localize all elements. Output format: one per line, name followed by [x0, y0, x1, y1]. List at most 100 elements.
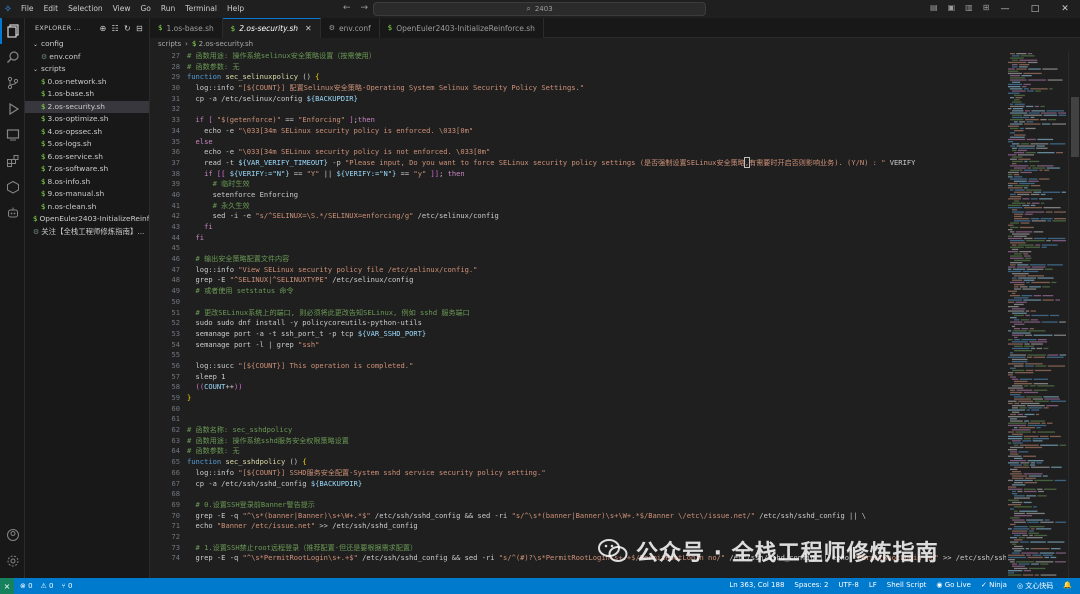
code-line[interactable]: # 更改SELinux系统上的端口, 则必须将此更改告知SELinux, 例如 … [187, 308, 1006, 319]
new-file-icon[interactable]: ⊕ [99, 24, 106, 33]
tree-file[interactable]: $ n.os-clean.sh [25, 201, 149, 214]
code-line[interactable] [187, 414, 1006, 425]
tree-file[interactable]: $7.os-software.sh [25, 163, 149, 176]
menu-selection[interactable]: Selection [63, 0, 108, 18]
code-line[interactable]: else [187, 137, 1006, 148]
code-line[interactable]: grep -E -q "^\s*(banner|Banner)\s+\W+.*$… [187, 511, 1006, 522]
code-line[interactable]: function sec_sshdpolicy () { [187, 457, 1006, 468]
menu-file[interactable]: File [16, 0, 39, 18]
code-line[interactable]: # 或者使用 setstatus 命令 [187, 286, 1006, 297]
new-folder-icon[interactable]: ☷ [111, 24, 118, 33]
menu-go[interactable]: Go [135, 0, 155, 18]
tree-file[interactable]: $ OpenEuler2403-InitializeReinf... [25, 213, 149, 226]
tree-file[interactable]: ⚙ env.conf [25, 51, 149, 64]
warnings-count[interactable]: ⚠ 0 [41, 582, 54, 590]
code-line[interactable]: sed -i -e "s/^SELINUX=\S.*/SELINUX=enfor… [187, 211, 1006, 222]
menu-terminal[interactable]: Terminal [180, 0, 222, 18]
tree-file[interactable]: $2.os-security.sh [25, 100, 149, 113]
menu-edit[interactable]: Edit [39, 0, 64, 18]
customize-layout-icon[interactable]: ⊞ [983, 3, 990, 12]
minimap[interactable] [1006, 51, 1068, 578]
minimize-button[interactable]: — [990, 0, 1020, 18]
code-line[interactable]: fi [187, 222, 1006, 233]
editor-tab[interactable]: $1.os-base.sh [150, 18, 223, 38]
code-editor[interactable]: 27 28 29 30 31 32 33 34 35 36 37 38 39 40 41 42 43 44 45 46… [150, 51, 1006, 578]
maximize-button[interactable]: □ [1020, 0, 1050, 18]
code-line[interactable]: cp -a /etc/ssh/sshd_config ${BACKUPDIR} [187, 479, 1006, 490]
source-control-icon[interactable] [0, 70, 25, 96]
code-line[interactable] [187, 297, 1006, 308]
tree-folder[interactable]: ⌄ scripts [25, 63, 149, 76]
go-live-button[interactable]: ◉ Go Live [936, 581, 971, 591]
code-line[interactable]: # 0.设置SSH登录前Banner警告提示 [187, 500, 1006, 511]
command-center-search[interactable]: ⌕ 2403 [373, 2, 706, 16]
code-line[interactable]: echo -e "\033[34m SELinux security polic… [187, 126, 1006, 137]
code-line[interactable]: fi [187, 233, 1006, 244]
remote-explorer-icon[interactable] [0, 122, 25, 148]
cursor-position[interactable]: Ln 363, Col 188 [729, 581, 784, 591]
tree-file[interactable]: ⚙ 关注【全栈工程师修炼指南】... [25, 226, 149, 239]
code-line[interactable] [187, 489, 1006, 500]
code-line[interactable]: semanage port -a -t ssh_port_t -p tcp ${… [187, 329, 1006, 340]
code-line[interactable]: grep -E "^SELINUX|^SELINUXTYPE" /etc/sel… [187, 275, 1006, 286]
code-line[interactable]: # 函数名称: sec_sshdpolicy [187, 425, 1006, 436]
code-line[interactable] [187, 104, 1006, 115]
code-line[interactable]: log::info "[${COUNT}] SSHD服务安全配置-System … [187, 468, 1006, 479]
explorer-icon[interactable] [0, 18, 25, 44]
refresh-icon[interactable]: ↻ [124, 24, 131, 33]
code-line[interactable]: function sec_selinuxpolicy () { [187, 72, 1006, 83]
toggle-panel-icon[interactable]: ▣ [948, 3, 956, 12]
scrollbar-thumb[interactable] [1071, 97, 1079, 157]
code-line[interactable] [187, 243, 1006, 254]
remote-indicator-icon[interactable]: ⨯ [0, 578, 14, 594]
code-line[interactable]: if [ "$(getenforce)" == "Enforcing" ];th… [187, 115, 1006, 126]
code-line[interactable]: semanage port -l | grep "ssh" [187, 340, 1006, 351]
toggle-secondary-sidebar-icon[interactable]: ▥ [965, 3, 973, 12]
close-tab-icon[interactable]: ✕ [305, 24, 312, 33]
menu-run[interactable]: Run [156, 0, 180, 18]
breadcrumb-folder[interactable]: scripts [158, 40, 181, 48]
breadcrumb-file[interactable]: 2.os-security.sh [199, 40, 253, 48]
tree-folder[interactable]: ⌄ config [25, 38, 149, 51]
code-content[interactable]: # 函数用途: 操作系统selinux安全策略设置（按需使用） # 函数参数: 无… [187, 51, 1006, 564]
tree-file[interactable]: $1.os-base.sh [25, 88, 149, 101]
containers-icon[interactable] [0, 174, 25, 200]
collapse-all-icon[interactable]: ⊟ [136, 24, 143, 33]
tree-file[interactable]: $6.os-service.sh [25, 151, 149, 164]
ports-count[interactable]: ⑂ 0 [62, 582, 73, 590]
file-encoding[interactable]: UTF-8 [838, 581, 858, 591]
code-line[interactable]: # 输出安全策略配置文件内容 [187, 254, 1006, 265]
editor-tab[interactable]: ⚙ env.conf [320, 18, 380, 38]
extensions-icon[interactable] [0, 148, 25, 174]
ai-assistant-icon[interactable] [0, 200, 25, 226]
back-arrow-icon[interactable]: ← [343, 3, 351, 13]
forward-arrow-icon[interactable]: → [361, 3, 369, 13]
tree-file[interactable]: $5.os-logs.sh [25, 138, 149, 151]
code-line[interactable]: } [187, 393, 1006, 404]
tree-file[interactable]: $0.os-network.sh [25, 76, 149, 89]
code-line[interactable] [187, 404, 1006, 415]
editor-tab[interactable]: $ OpenEuler2403-InitializeReinforce.sh [379, 18, 544, 38]
code-line[interactable]: sleep 1 [187, 372, 1006, 383]
editor-tab[interactable]: $2.os-security.sh ✕ [222, 18, 321, 38]
code-line[interactable]: # 函数用途: 操作系统selinux安全策略设置（按需使用） [187, 51, 1006, 62]
code-line[interactable]: # 函数用途: 操作系统sshd服务安全权限策略设置 [187, 436, 1006, 447]
code-line[interactable]: echo "Banner /etc/issue.net" >> /etc/ssh… [187, 521, 1006, 532]
code-line[interactable]: # 永久生效 [187, 201, 1006, 212]
code-line[interactable]: read -t ${VAR_VERIFY_TIMEOUT} -p "Please… [187, 156, 1006, 169]
assistant-button[interactable]: ◎ 文心快码 [1017, 581, 1053, 591]
code-line[interactable]: if [[ ${VERIFY:="N"} == "Y" || ${VERIFY:… [187, 169, 1006, 180]
tree-file[interactable]: $4.os-opssec.sh [25, 126, 149, 139]
tree-file[interactable]: $3.os-optimize.sh [25, 113, 149, 126]
tree-file[interactable]: $9.os-manual.sh [25, 188, 149, 201]
search-view-icon[interactable] [0, 44, 25, 70]
code-line[interactable]: setenforce Enforcing [187, 190, 1006, 201]
run-debug-icon[interactable] [0, 96, 25, 122]
ninja-button[interactable]: ✓ Ninja [981, 581, 1007, 591]
tree-file[interactable]: $8.os-info.sh [25, 176, 149, 189]
editor-scrollbar[interactable] [1068, 51, 1080, 578]
accounts-icon[interactable] [0, 522, 25, 548]
indentation[interactable]: Spaces: 2 [794, 581, 828, 591]
toggle-sidebar-icon[interactable]: ▤ [930, 3, 938, 12]
menu-help[interactable]: Help [222, 0, 249, 18]
